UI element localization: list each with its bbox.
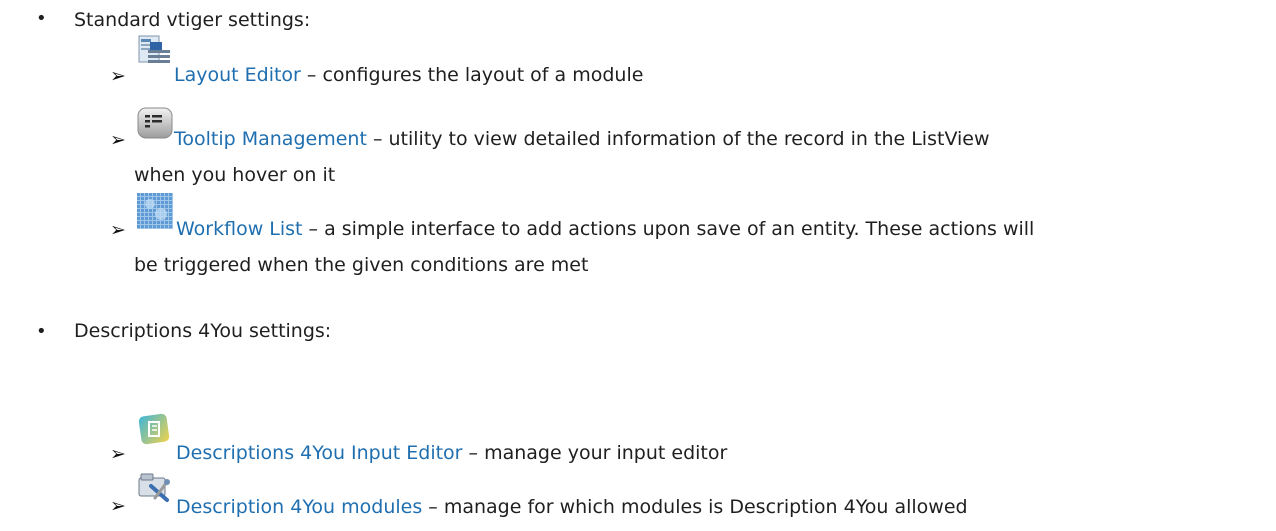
item-description: – manage for which modules is Descriptio… — [422, 496, 968, 518]
description-modules-icon — [137, 472, 173, 504]
item-description-continuation: when you hover on it — [134, 164, 336, 186]
list-item: Descriptions 4You Input Editor – manage … — [176, 440, 727, 466]
item-description: – manage your input editor — [462, 442, 728, 464]
tooltip-management-link[interactable]: Tooltip Management — [174, 128, 367, 150]
arrow-bullet: ➢ — [110, 443, 126, 465]
item-description: – a simple interface to add actions upon… — [302, 218, 1035, 240]
list-item: Description 4You modules – manage for wh… — [176, 494, 968, 520]
workflow-list-icon — [137, 193, 173, 229]
layout-editor-icon — [136, 34, 172, 68]
descriptions-input-editor-link[interactable]: Descriptions 4You Input Editor — [176, 442, 463, 464]
section-heading: Descriptions 4You settings: — [74, 320, 332, 342]
bullet: • — [36, 321, 47, 342]
item-description: – utility to view detailed information o… — [366, 128, 990, 150]
layout-editor-link[interactable]: Layout Editor — [174, 64, 301, 86]
item-description-continuation: be triggered when the given conditions a… — [134, 254, 589, 276]
item-description: – configures the layout of a module — [300, 64, 644, 86]
list-item: Tooltip Management – utility to view det… — [174, 126, 990, 152]
workflow-list-link[interactable]: Workflow List — [176, 218, 303, 240]
bullet: • — [36, 8, 47, 29]
arrow-bullet: ➢ — [110, 495, 126, 517]
arrow-bullet: ➢ — [110, 129, 126, 151]
arrow-bullet: ➢ — [110, 65, 126, 87]
list-item: Workflow List – a simple interface to ad… — [176, 216, 1034, 242]
list-item: Layout Editor – configures the layout of… — [174, 62, 643, 88]
section-heading: Standard vtiger settings: — [74, 9, 311, 31]
arrow-bullet: ➢ — [110, 219, 126, 241]
descriptions-input-editor-icon — [137, 412, 173, 446]
description-modules-link[interactable]: Description 4You modules — [176, 496, 422, 518]
tooltip-management-icon — [137, 107, 173, 141]
